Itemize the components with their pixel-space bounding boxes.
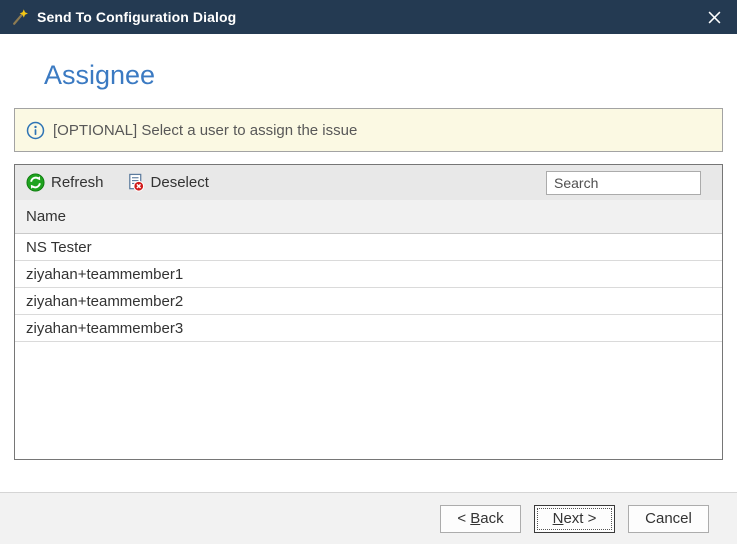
deselect-icon (126, 173, 145, 192)
user-list: NS Testerziyahan+teammember1ziyahan+team… (15, 234, 722, 459)
table-row[interactable]: ziyahan+teammember3 (15, 315, 722, 342)
next-button[interactable]: Next > (534, 505, 615, 533)
wand-icon (11, 8, 29, 26)
refresh-label: Refresh (51, 174, 104, 191)
table-row[interactable]: ziyahan+teammember2 (15, 288, 722, 315)
page-title: Assignee (44, 60, 723, 91)
title-bar: Send To Configuration Dialog (0, 0, 737, 34)
close-icon (708, 11, 721, 24)
name-column-header[interactable]: Name (15, 200, 722, 234)
user-list-panel: Refresh Deselect (14, 164, 723, 460)
info-banner: [OPTIONAL] Select a user to assign the i… (14, 108, 723, 152)
list-toolbar: Refresh Deselect (15, 165, 722, 200)
info-banner-text: [OPTIONAL] Select a user to assign the i… (53, 122, 357, 139)
deselect-label: Deselect (151, 174, 209, 191)
table-row[interactable]: NS Tester (15, 234, 722, 261)
dialog-content: Assignee [OPTIONAL] Select a user to ass… (0, 34, 737, 492)
name-column-label: Name (26, 208, 66, 225)
info-circle-icon (26, 121, 45, 140)
deselect-button[interactable]: Deselect (126, 173, 209, 192)
window-title: Send To Configuration Dialog (37, 9, 236, 25)
send-to-configuration-dialog: Send To Configuration Dialog Assignee [O… (0, 0, 737, 544)
cancel-button[interactable]: Cancel (628, 505, 709, 533)
footer-bar: < Back Next > Cancel (0, 492, 737, 544)
search-input[interactable] (546, 171, 701, 195)
back-button[interactable]: < Back (440, 505, 521, 533)
table-row[interactable]: ziyahan+teammember1 (15, 261, 722, 288)
refresh-icon (26, 173, 45, 192)
close-button[interactable] (691, 0, 737, 34)
refresh-button[interactable]: Refresh (26, 173, 104, 192)
